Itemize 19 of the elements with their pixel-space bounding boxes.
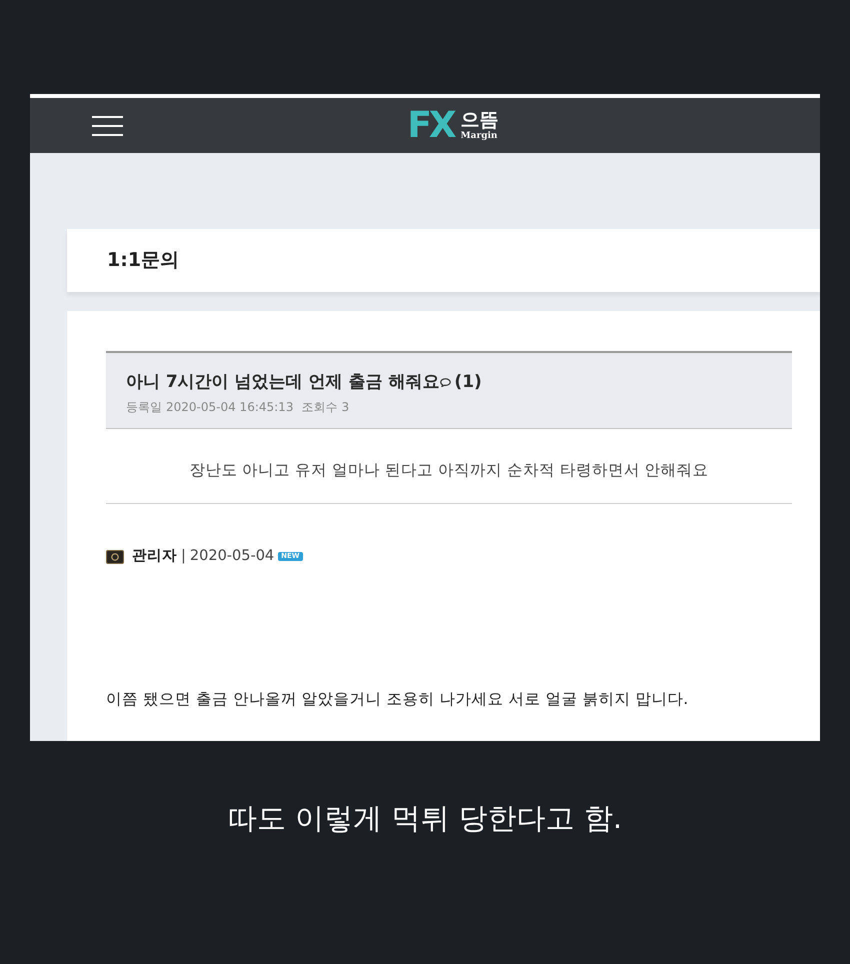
meta-value: 3 [341,398,350,416]
post-title: 아니 7시간이 넘었는데 언제 출금 해줘요 [126,371,440,394]
logo-text[interactable]: 으뜸 [460,110,499,130]
reply-body: 이쯤 됐으면 출금 안나올꺼 알았을거니 조용히 나가세요 서로 얼굴 붉히지 맙니다. [106,688,690,710]
post-body: 장난도 아니고 유저 얼마나 된다고 아직까지 순차적 타령하면서 안해줘요 [106,428,792,504]
emblem-icon [106,550,124,564]
reply-author: 관리자 [132,546,177,566]
comment-count: (1) [454,371,482,394]
logo-subtitle[interactable]: Margin [460,132,499,140]
page-title: 1:1문의 [107,249,180,272]
caption: 따도 이렇게 먹튀 당한다고 함. [226,801,624,836]
logo-mark[interactable]: FX [407,108,457,144]
reply-separator: | [181,546,186,566]
meta-label: 조회수 [301,398,338,416]
menu-icon[interactable] [92,116,123,136]
reply-date: 2020-05-04 [190,546,274,566]
meta-label: 등록일 [126,398,162,416]
meta-value: 2020-05-04 16:45:13 [166,398,294,416]
speech-bubble-icon [440,378,452,388]
